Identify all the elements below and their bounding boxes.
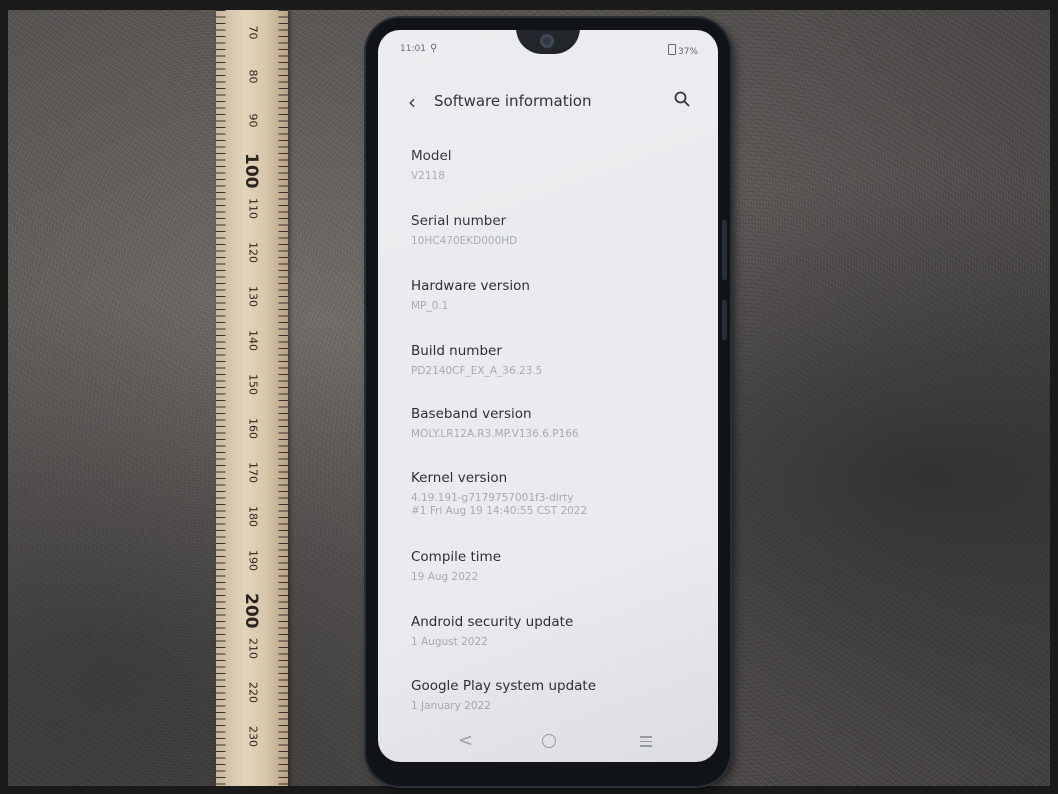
ruler-mark: 160	[246, 418, 260, 439]
power-button[interactable]	[722, 300, 727, 340]
ruler-mark: 130	[246, 286, 260, 307]
ruler-mark: 100	[241, 153, 261, 189]
list-item-hardware[interactable]: Hardware version MP_0.1	[411, 278, 530, 313]
item-value: V2118	[411, 170, 445, 182]
ruler-mark: 80	[246, 69, 260, 84]
list-item-serial[interactable]: Serial number 10HC470EKD000HD	[411, 213, 517, 248]
app-header: ‹ Software information	[378, 88, 718, 118]
chevron-left-icon[interactable]: ‹	[408, 90, 416, 114]
item-label: Serial number	[411, 213, 507, 229]
status-time: 11:01	[400, 44, 426, 54]
item-label: Google Play system update	[411, 678, 597, 694]
nav-back-icon[interactable]: <	[458, 730, 473, 751]
ruler-mark: 210	[246, 638, 260, 659]
ruler-ticks-right	[272, 10, 288, 786]
item-label: Build number	[411, 343, 502, 359]
volume-button[interactable]	[722, 220, 727, 280]
item-value: PD2140CF_EX_A_36.23.5	[411, 365, 543, 377]
item-label: Kernel version	[411, 470, 508, 486]
navigation-bar: <	[378, 726, 718, 762]
list-item-build[interactable]: Build number PD2140CF_EX_A_36.23.5	[411, 343, 542, 378]
ruler-mark: 90	[246, 113, 260, 128]
list-item-compile[interactable]: Compile time 19 Aug 2022	[411, 549, 501, 584]
front-camera	[540, 34, 554, 48]
list-item-kernel[interactable]: Kernel version 4.19.191-g7179757001f3-di…	[411, 470, 587, 518]
ruler-mark: 180	[246, 506, 260, 527]
ruler-mark: 70	[246, 25, 260, 40]
item-value: 1 August 2022	[411, 636, 488, 648]
menu-icon[interactable]	[640, 736, 652, 750]
search-icon[interactable]	[674, 91, 690, 107]
ruler-mark: 190	[246, 550, 260, 571]
list-item-security[interactable]: Android security update 1 August 2022	[411, 614, 573, 649]
item-label: Android security update	[411, 614, 574, 630]
ruler-ticks-left	[216, 10, 232, 786]
ruler: 70 80 90 100 110 120 130 140 150 160 170…	[216, 10, 288, 786]
list-item-baseband[interactable]: Baseband version MOLY.LR12A.R3.MP.V136.6…	[411, 406, 579, 441]
item-value: 19 Aug 2022	[411, 571, 479, 583]
item-value: MOLY.LR12A.R3.MP.V136.6.P166	[411, 428, 579, 440]
ruler-mark: 220	[246, 682, 260, 703]
home-circle-icon[interactable]	[542, 734, 556, 748]
ruler-mark: 200	[241, 593, 261, 629]
battery-icon	[667, 44, 676, 55]
location-icon: ⚲	[430, 43, 438, 54]
list-item-google-play[interactable]: Google Play system update 1 January 2022	[411, 678, 596, 713]
ruler-mark: 230	[246, 726, 260, 747]
item-label: Model	[411, 148, 452, 164]
item-value: MP_0.1	[411, 300, 449, 312]
item-label: Hardware version	[411, 278, 530, 294]
ruler-mark: 110	[246, 198, 260, 219]
page-title: Software information	[434, 92, 592, 110]
ruler-mark: 170	[246, 462, 260, 483]
item-label: Compile time	[411, 549, 502, 565]
ruler-mark: 120	[246, 242, 260, 263]
phone-screen: 11:01 ⚲ 37% ‹ Software information Model…	[378, 30, 718, 762]
battery-level: 37%	[677, 47, 698, 57]
ruler-mark: 150	[246, 374, 260, 395]
ruler-mark: 140	[246, 330, 260, 351]
item-value: 10HC470EKD000HD	[411, 235, 518, 247]
status-battery: 37%	[667, 44, 698, 57]
item-value: 1 January 2022	[411, 700, 491, 712]
item-label: Baseband version	[411, 406, 532, 422]
list-item-model[interactable]: Model V2118	[411, 148, 452, 183]
item-value: 4.19.191-g7179757001f3-dirty	[411, 492, 574, 504]
item-value-line2: #1 Fri Aug 19 14:40:55 CST 2022	[411, 505, 588, 517]
